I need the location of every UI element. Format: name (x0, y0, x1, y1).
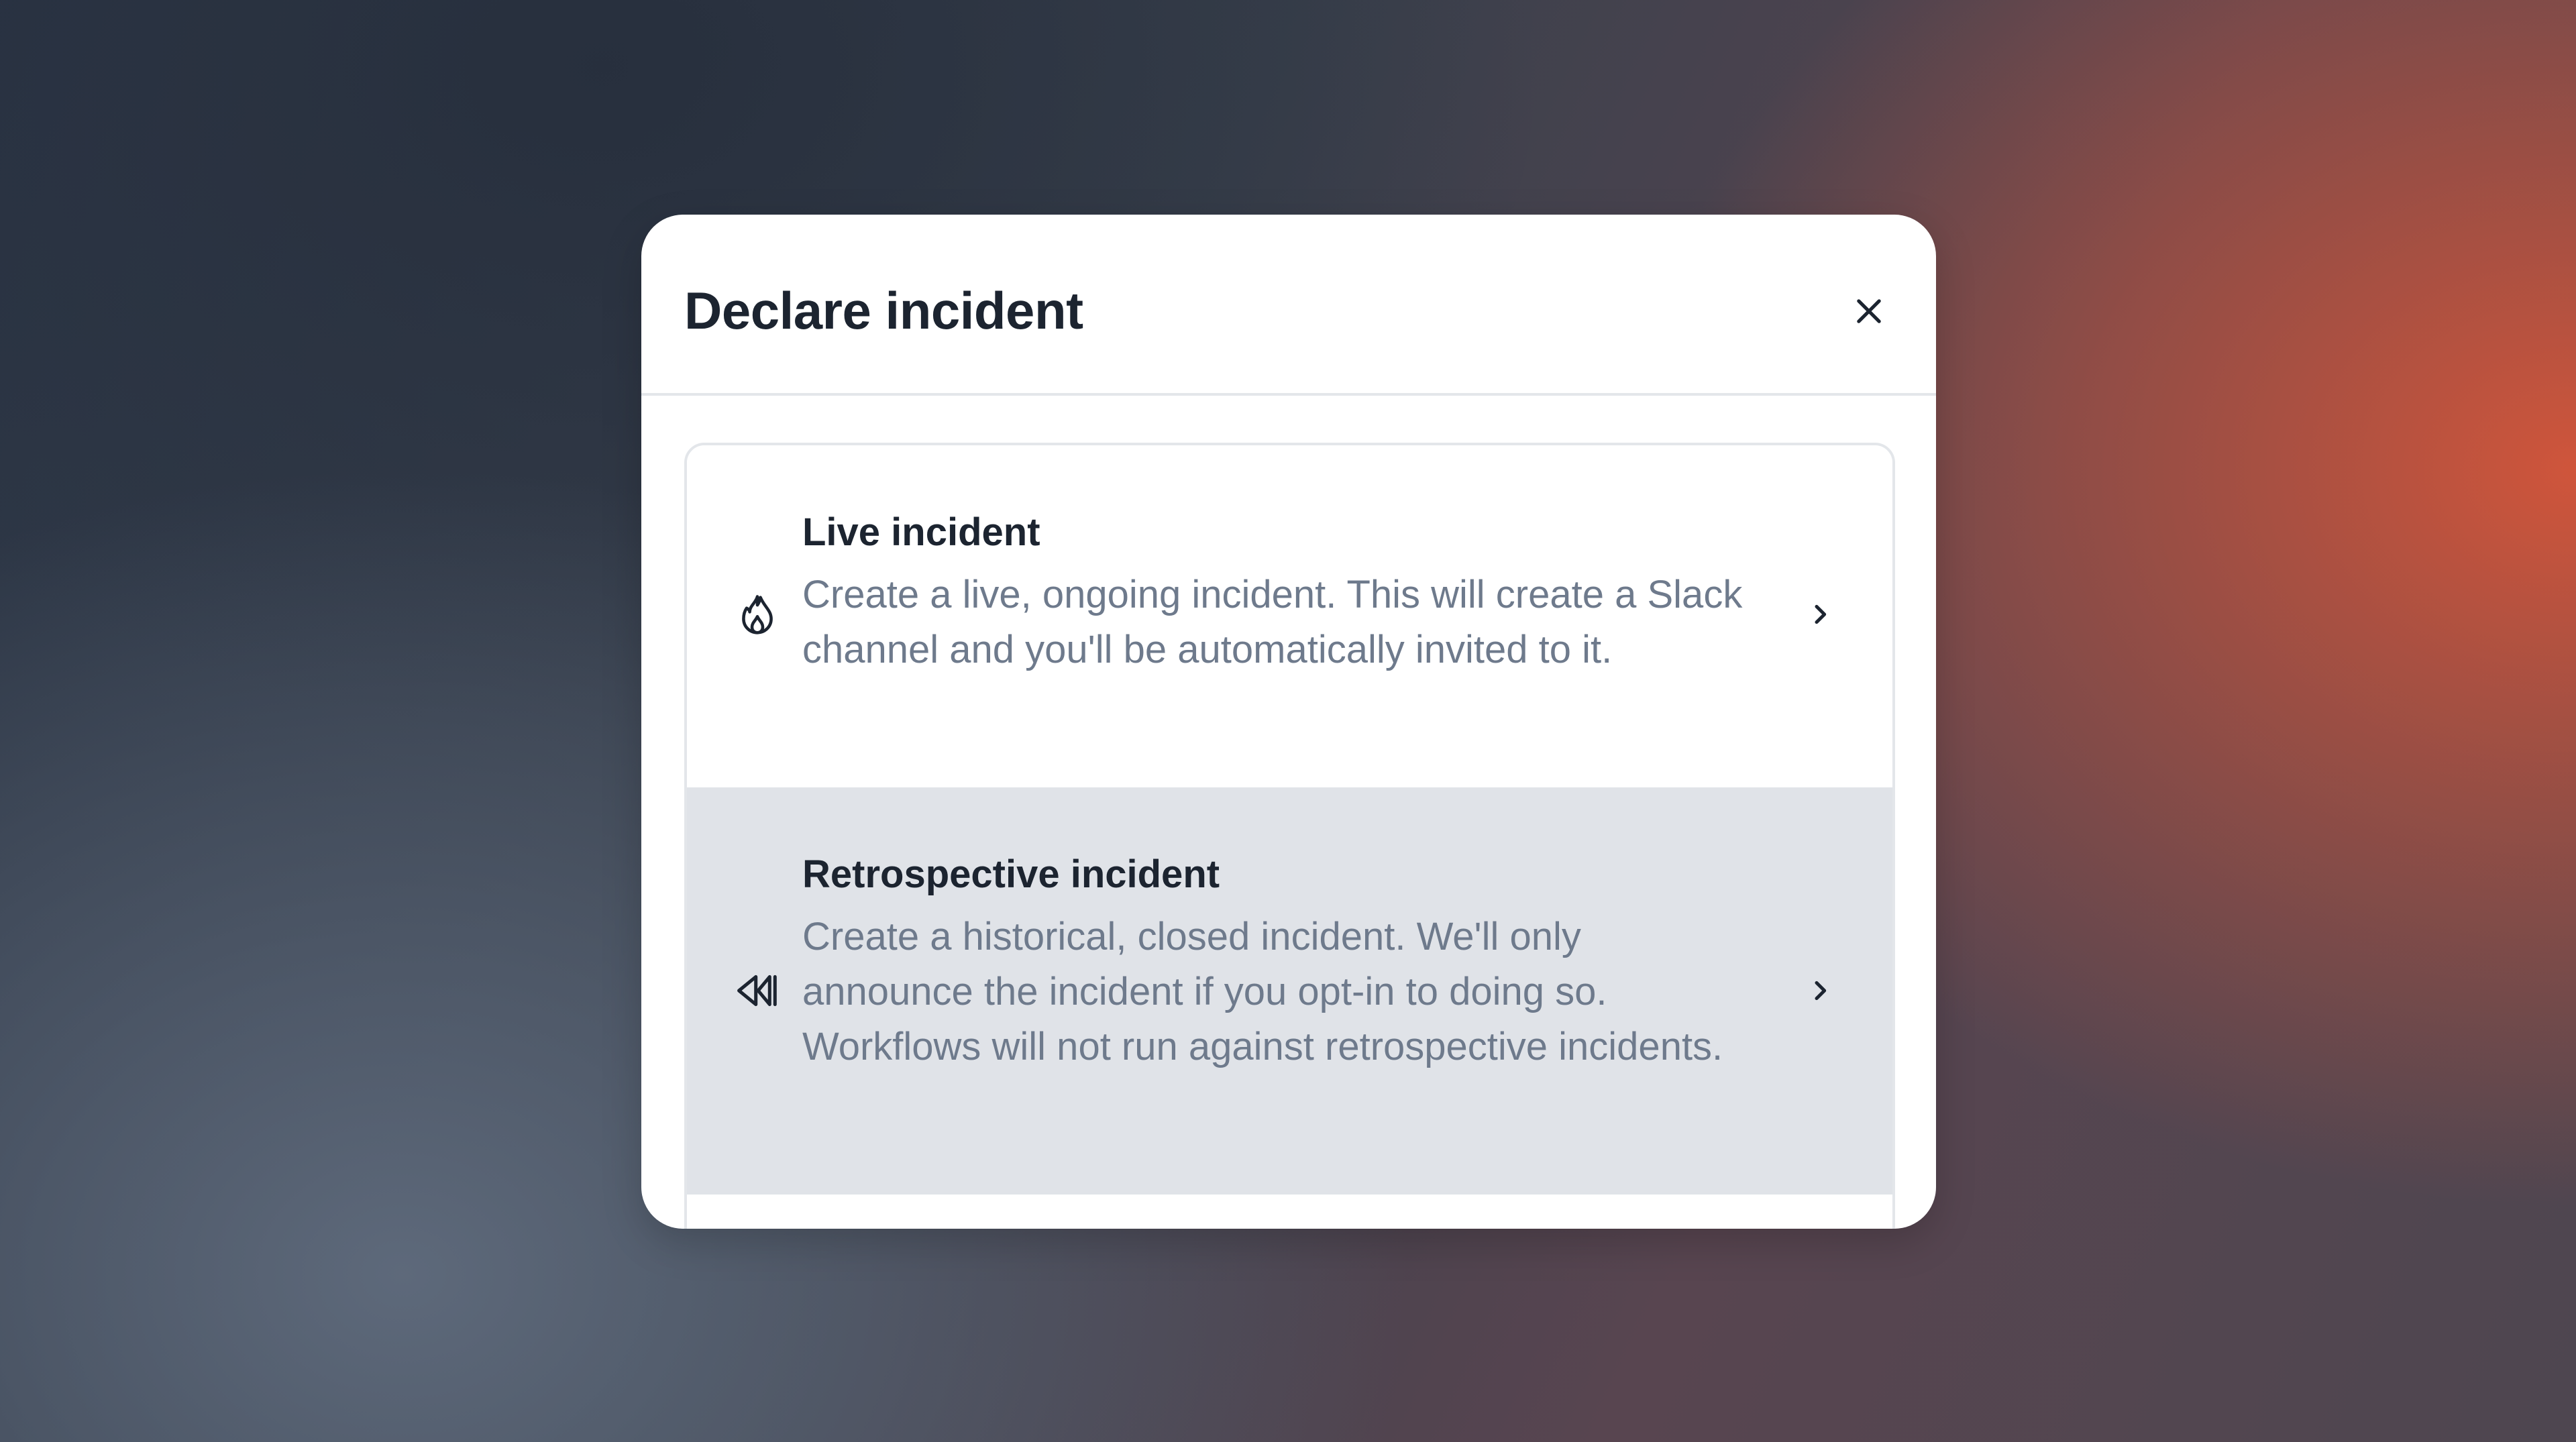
option-retrospective-incident[interactable]: Retrospective incident Create a historic… (687, 787, 1892, 1195)
modal-title: Declare incident (684, 281, 1083, 340)
option-description: Create a live, ongoing incident. This wi… (802, 573, 1743, 671)
option-retrospective-text: Retrospective incident Create a historic… (802, 848, 1762, 1074)
declare-incident-modal: Declare incident Live incident Create a … (641, 215, 1936, 1229)
chevron-right-icon (1801, 596, 1839, 633)
option-live-text: Live incident Create a live, ongoing inc… (802, 506, 1762, 677)
option-title: Live incident (802, 510, 1040, 554)
incident-type-options: Live incident Create a live, ongoing inc… (684, 443, 1895, 1229)
close-button[interactable] (1845, 287, 1893, 335)
modal-header: Declare incident (641, 215, 1936, 396)
option-live-incident[interactable]: Live incident Create a live, ongoing inc… (687, 445, 1892, 787)
rewind-icon (734, 967, 781, 1014)
flame-icon (734, 592, 781, 639)
chevron-right-icon (1801, 972, 1839, 1009)
option-description: Create a historical, closed incident. We… (802, 915, 1723, 1068)
option-title: Retrospective incident (802, 852, 1220, 896)
close-icon (1857, 299, 1881, 323)
